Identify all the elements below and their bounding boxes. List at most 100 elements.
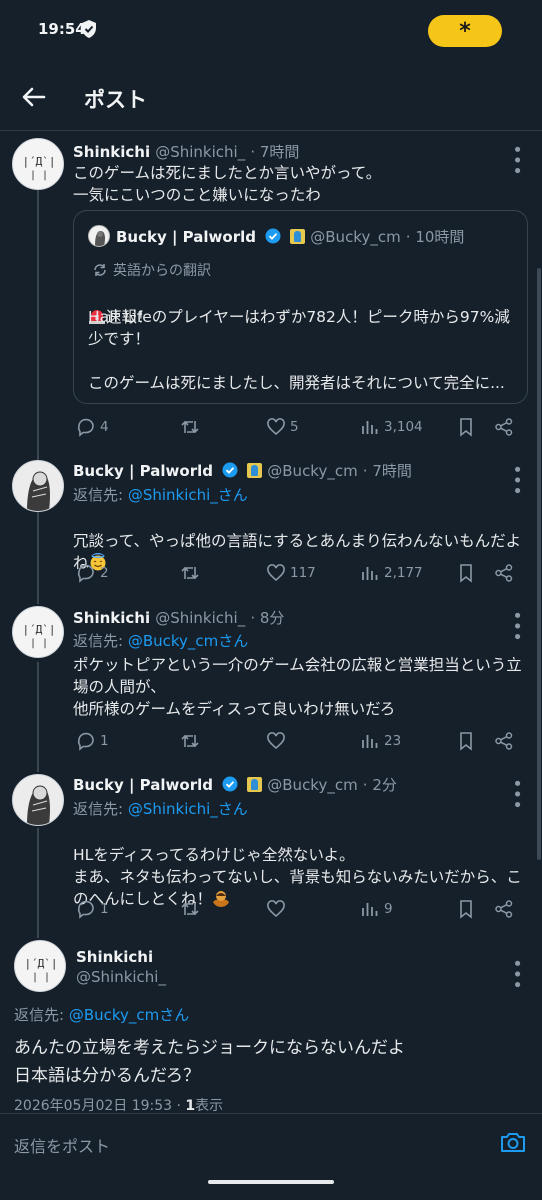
- reply-icon: [77, 418, 94, 437]
- affiliate-badge-icon: [247, 463, 263, 478]
- gesture-bar[interactable]: [208, 1180, 334, 1184]
- quote-time: · 10時間: [405, 228, 465, 246]
- quote-author-handle: @Bucky_cm: [310, 228, 401, 246]
- reply-to: 返信先: @Shinkichi_さん: [73, 798, 248, 819]
- translate-icon: [94, 264, 106, 276]
- views-icon: [362, 903, 378, 916]
- retweet-button[interactable]: [180, 899, 266, 919]
- bookmark-button[interactable]: [456, 899, 494, 919]
- svg-text:| |: | |: [32, 972, 50, 983]
- scrollbar[interactable]: [537, 268, 541, 860]
- main-post-text: あんたの立場を考えたらジョークにならないんだよ 日本語は分かるんだろ？: [14, 1038, 405, 1086]
- like-button[interactable]: [266, 899, 360, 919]
- verified-icon: [265, 228, 281, 244]
- avatar[interactable]: |´Д`| | |: [12, 606, 64, 658]
- asterisk-icon: *: [459, 18, 471, 44]
- mention-link[interactable]: @Bucky_cmさん: [128, 632, 248, 650]
- author-handle[interactable]: @Bucky_cm: [267, 776, 357, 794]
- views-button[interactable]: 9: [360, 899, 456, 919]
- bookmark-button[interactable]: [456, 731, 494, 751]
- avatar[interactable]: [12, 460, 64, 512]
- like-count: 5: [290, 419, 299, 435]
- post-time: · 8分: [250, 609, 285, 627]
- more-icon[interactable]: •••: [506, 958, 527, 990]
- author-name[interactable]: Bucky | Palworld: [73, 776, 213, 794]
- like-icon: [267, 900, 285, 918]
- views-icon: [362, 735, 378, 748]
- author-name[interactable]: Shinkichi: [73, 143, 150, 161]
- share-button[interactable]: [494, 899, 514, 919]
- appbar-divider: [0, 130, 542, 131]
- mention-link[interactable]: @Shinkichi_さん: [128, 800, 248, 818]
- avatar[interactable]: |´Д`| | |: [14, 940, 66, 992]
- more-icon[interactable]: •••: [506, 464, 527, 496]
- author-handle[interactable]: @Shinkichi_: [155, 143, 245, 161]
- action-bar: 4 5 3,104: [76, 415, 520, 439]
- translation-label[interactable]: 英語からの翻訳: [92, 260, 211, 280]
- thread-line: [37, 662, 39, 772]
- bookmark-icon: [460, 564, 472, 583]
- post-timestamp: 2026年05月02日 19:53 ·: [14, 1098, 186, 1112]
- bookmark-button[interactable]: [456, 417, 494, 437]
- affiliate-badge-icon: [247, 777, 263, 792]
- share-button[interactable]: [494, 731, 514, 751]
- retweet-button[interactable]: [180, 731, 266, 751]
- share-icon: [495, 732, 513, 750]
- author-name[interactable]: Shinkichi: [73, 609, 150, 627]
- retweet-button[interactable]: [180, 563, 266, 583]
- tweet-text: このゲームは死にましたとか言いやがって。 一気にこいつのこと嫌いになったわ: [73, 164, 382, 204]
- retweet-icon: [181, 902, 199, 916]
- views-button[interactable]: 2,177: [360, 563, 456, 583]
- author-handle[interactable]: @Shinkichi_: [76, 968, 166, 986]
- reply-button[interactable]: 4: [76, 417, 180, 437]
- share-button[interactable]: [494, 417, 514, 437]
- quote-header: Bucky | Palworld @Bucky_cm · 10時間: [116, 226, 464, 247]
- svg-text:|´Д`|: |´Д`|: [24, 957, 57, 970]
- like-button[interactable]: [266, 731, 360, 751]
- thread-line: [37, 512, 39, 604]
- svg-text:| |: | |: [30, 638, 48, 649]
- thread-line: [37, 828, 39, 938]
- views-button[interactable]: 3,104: [360, 417, 456, 437]
- more-icon[interactable]: •••: [506, 610, 527, 642]
- camera-icon[interactable]: [500, 1130, 526, 1154]
- share-icon: [495, 900, 513, 918]
- svg-text:| |: | |: [30, 170, 48, 181]
- retweet-button[interactable]: [180, 417, 266, 437]
- svg-text:|´Д`|: |´Д`|: [22, 623, 55, 636]
- reply-icon: [77, 564, 94, 583]
- like-button[interactable]: 5: [266, 417, 360, 437]
- post-time: · 2分: [362, 776, 397, 794]
- status-time: 19:54: [38, 20, 86, 38]
- like-button[interactable]: 117: [266, 563, 360, 583]
- mention-link[interactable]: @Shinkichi_さん: [128, 486, 248, 504]
- page-title: ポスト: [84, 88, 147, 112]
- avatar[interactable]: |´Д`| | |: [12, 138, 64, 190]
- like-icon: [267, 732, 285, 750]
- share-icon: [495, 564, 513, 582]
- reply-count: 4: [100, 419, 109, 435]
- verified-icon: [222, 462, 238, 478]
- views-count: 2,177: [384, 565, 423, 581]
- avatar[interactable]: [12, 774, 64, 826]
- author-handle[interactable]: @Bucky_cm: [267, 462, 357, 480]
- more-icon[interactable]: •••: [506, 778, 527, 810]
- mention-link[interactable]: @Bucky_cmさん: [69, 1006, 189, 1024]
- like-icon: [267, 564, 285, 582]
- author-name[interactable]: Bucky | Palworld: [73, 462, 213, 480]
- reply-compose-input[interactable]: 返信をポスト: [14, 1133, 110, 1157]
- tweet-text: ポケットピアという一介のゲーム会社の広報と営業担当という立場の人間が、 他所様の…: [73, 656, 522, 718]
- reply-prefix: 返信先:: [73, 632, 128, 650]
- author-name[interactable]: Shinkichi: [76, 948, 153, 966]
- back-arrow-icon[interactable]: [18, 82, 50, 112]
- views-count: 3,104: [384, 419, 423, 435]
- bookmark-button[interactable]: [456, 563, 494, 583]
- views-button[interactable]: 23: [360, 731, 456, 751]
- reply-button[interactable]: 1: [76, 731, 180, 751]
- status-pill[interactable]: *: [428, 15, 502, 47]
- reply-icon: [77, 900, 94, 919]
- author-handle[interactable]: @Shinkichi_: [155, 609, 245, 627]
- reply-button[interactable]: 1: [76, 899, 180, 919]
- reply-button[interactable]: 2: [76, 563, 180, 583]
- share-button[interactable]: [494, 563, 514, 583]
